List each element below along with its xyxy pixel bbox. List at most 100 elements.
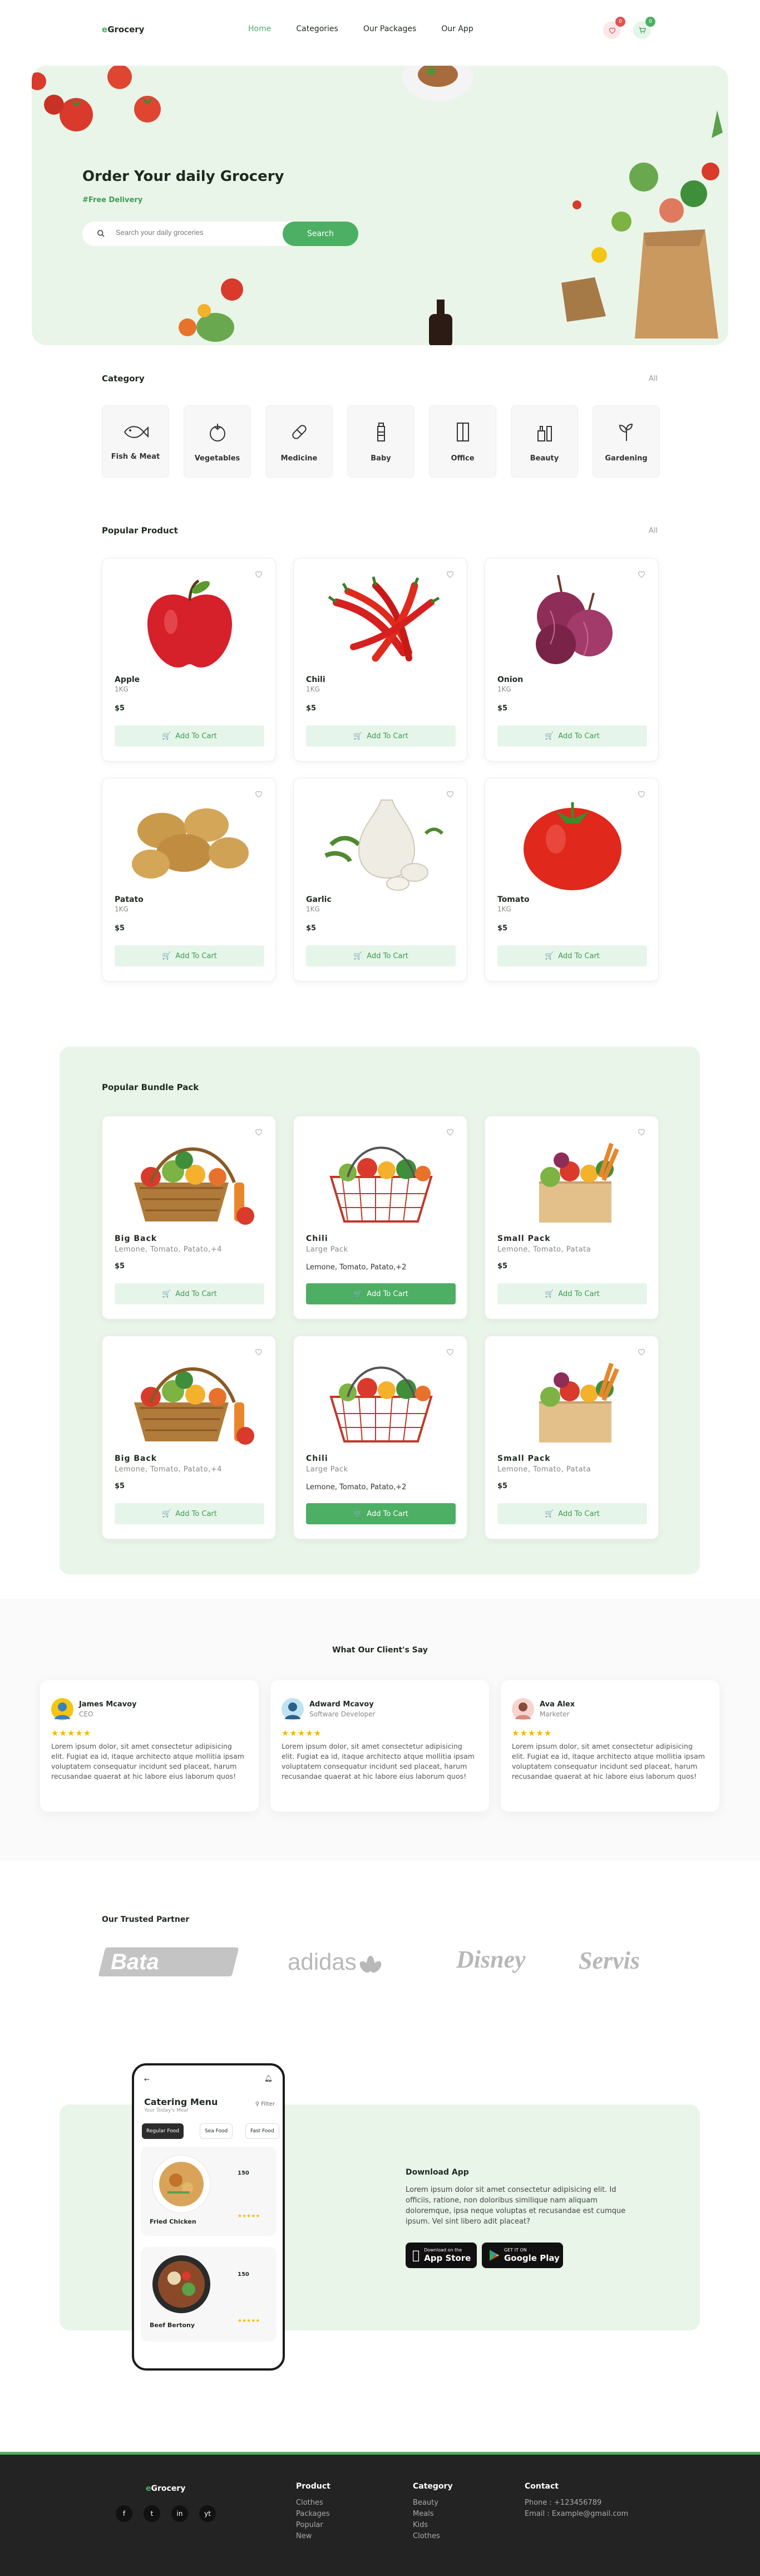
add-to-cart-button[interactable]: 🛒 Add To Cart	[306, 725, 456, 747]
product-card[interactable]: Garlic 1KG $5 🛒 Add To Cart	[293, 778, 467, 982]
top-navbar: eGrocery Home Categories Our Packages Ou…	[0, 0, 760, 60]
product-price: $5	[115, 704, 125, 713]
main-menu: Home Categories Our Packages Our App	[248, 24, 473, 33]
cart-button[interactable]: 0	[633, 17, 655, 39]
add-to-cart-button[interactable]: 🛒 Add To Cart	[306, 945, 456, 966]
footer-link[interactable]: Packages	[296, 2509, 330, 2520]
category-vegetables[interactable]: Vegetables	[184, 405, 251, 478]
instagram-icon[interactable]: in	[171, 2505, 188, 2522]
search-input[interactable]	[116, 228, 255, 237]
footer-link[interactable]: New	[296, 2531, 330, 2542]
bundle-name: Chili	[306, 1454, 328, 1463]
bag-icon: 🛒	[545, 1289, 554, 1298]
bundle-card[interactable]: Small Pack Lemone, Tomato, Patata $5 🛒 Ad…	[485, 1116, 659, 1319]
testimonial-role: CEO	[79, 1710, 93, 1718]
footer-link[interactable]: Meals	[413, 2509, 453, 2520]
category-all-link[interactable]: All	[649, 375, 658, 383]
partner-logo-disney[interactable]: Disney	[456, 1945, 526, 1974]
add-to-cart-button[interactable]: 🛒 Add To Cart	[115, 1503, 264, 1524]
phone-title: Catering Menu	[144, 2097, 218, 2107]
product-card[interactable]: Tomato 1KG $5 🛒 Add To Cart	[485, 778, 659, 982]
footer-link[interactable]: Beauty	[413, 2498, 453, 2509]
partners-title: Our Trusted Partner	[102, 1915, 190, 1924]
category-office[interactable]: Office	[429, 405, 496, 478]
bundle-contents: Lemone, Tomato, Patata	[497, 1245, 591, 1254]
bundle-card[interactable]: Big Back Lemone, Tomato, Patato,+4 $5 🛒 A…	[102, 1336, 276, 1539]
product-name: Tomato	[497, 895, 530, 904]
product-card[interactable]: Apple 1KG $5 🛒 Add To Cart	[102, 558, 276, 762]
add-to-cart-button[interactable]: 🛒 Add To Cart	[497, 1503, 647, 1524]
add-to-cart-button[interactable]: 🛒 Add To Cart	[497, 725, 647, 747]
partner-logo-adidas[interactable]: adidas	[288, 1949, 384, 1975]
box-image	[539, 1362, 619, 1442]
add-to-cart-button[interactable]: 🛒 Add To Cart	[115, 945, 264, 966]
search-button[interactable]: Search	[283, 222, 358, 246]
footer-link[interactable]: Kids	[413, 2520, 453, 2531]
chili-image	[328, 576, 440, 662]
plate-illustration	[402, 66, 473, 101]
grocery-bag-illustration	[561, 110, 723, 338]
wire-basket-image	[329, 1146, 433, 1223]
facebook-icon[interactable]: f	[116, 2505, 132, 2522]
phone-subtitle: Your Today's Meal	[144, 2108, 189, 2113]
nav-our-app[interactable]: Our App	[441, 24, 473, 33]
bundle-card[interactable]: Chili Large Pack Lemone, Tomato, Patato,…	[293, 1116, 467, 1319]
category-beauty[interactable]: Beauty	[511, 405, 578, 478]
product-price: $5	[306, 924, 317, 933]
testimonial-role: Software Developer	[309, 1710, 376, 1718]
fish-icon	[124, 425, 149, 438]
popular-title: Popular Product	[102, 526, 178, 536]
app-store-button[interactable]:  Download on theApp Store	[406, 2243, 477, 2268]
cart-badge: 0	[645, 17, 655, 27]
vegetables-illustration	[179, 278, 243, 342]
partner-logo-bata[interactable]: Bata	[98, 1947, 239, 1976]
bundle-card[interactable]: Big Back Lemone, Tomato, Patato,+4 $5 🛒 A…	[102, 1116, 276, 1319]
wishlist-button[interactable]: 0	[603, 17, 625, 39]
potato-image	[131, 808, 249, 879]
product-name: Patato	[115, 895, 144, 904]
partner-logo-servis[interactable]: Servis	[579, 1946, 640, 1975]
google-play-icon	[490, 2250, 499, 2261]
rating-stars: ★★★★★	[51, 1728, 92, 1738]
footer-link[interactable]: Popular	[296, 2520, 330, 2531]
logo[interactable]: eGrocery	[102, 24, 144, 35]
add-to-cart-button[interactable]: 🛒 Add To Cart	[115, 725, 264, 747]
rating-stars: ★★★★★	[238, 2318, 260, 2324]
product-card[interactable]: Onion 1KG $5 🛒 Add To Cart	[485, 558, 659, 762]
footer-logo[interactable]: eGrocery	[146, 2484, 185, 2493]
footer-contact-column: Contact Phone : +123456789 Email : Examp…	[525, 2482, 628, 2520]
bundle-card[interactable]: Small Pack Lemone, Tomato, Patata $5 🛒 Ad…	[485, 1336, 659, 1539]
category-gardening[interactable]: Gardening	[593, 405, 660, 478]
popular-all-link[interactable]: All	[649, 527, 658, 535]
add-to-cart-button[interactable]: 🛒 Add To Cart	[306, 1503, 456, 1524]
bundle-name: Chili	[306, 1234, 328, 1243]
testimonial-card: Adward Mcavoy Software Developer ★★★★★ L…	[270, 1680, 489, 1812]
product-price: $5	[306, 704, 317, 713]
youtube-icon[interactable]: yt	[199, 2505, 216, 2522]
footer-email[interactable]: Email : Example@gmail.com	[525, 2509, 628, 2520]
nav-our-packages[interactable]: Our Packages	[363, 24, 416, 33]
category-fish-meat[interactable]: Fish & Meat	[102, 405, 169, 478]
add-to-cart-button[interactable]: 🛒 Add To Cart	[497, 1283, 647, 1304]
footer-link[interactable]: Clothes	[296, 2498, 330, 2509]
testimonial-role: Marketer	[540, 1710, 570, 1718]
bundle-card[interactable]: Chili Large Pack Lemone, Tomato, Patato,…	[293, 1336, 467, 1539]
product-price: $5	[115, 924, 125, 933]
twitter-icon[interactable]: t	[144, 2505, 160, 2522]
add-to-cart-button[interactable]: 🛒 Add To Cart	[306, 1283, 456, 1304]
hero-title: Order Your daily Grocery	[82, 168, 284, 185]
category-baby[interactable]: Baby	[347, 405, 414, 478]
garlic-image	[324, 799, 443, 891]
product-card[interactable]: Patato 1KG $5 🛒 Add To Cart	[102, 778, 276, 982]
nav-categories[interactable]: Categories	[296, 24, 338, 33]
product-card[interactable]: Chili 1KG $5 🛒 Add To Cart	[293, 558, 467, 762]
dish-name: Fried Chicken	[150, 2218, 196, 2225]
category-medicine[interactable]: Medicine	[265, 405, 333, 478]
add-to-cart-button[interactable]: 🛒 Add To Cart	[115, 1283, 264, 1304]
add-to-cart-button[interactable]: 🛒 Add To Cart	[497, 945, 647, 966]
app-description: Lorem ipsum dolor sit amet consectetur a…	[406, 2186, 626, 2226]
google-play-button[interactable]: GET IT ON Google Play	[482, 2243, 563, 2268]
bundle-contents: Lemone, Tomato, Patata	[497, 1465, 591, 1474]
footer-link[interactable]: Clothes	[413, 2531, 453, 2542]
nav-home[interactable]: Home	[248, 24, 271, 33]
